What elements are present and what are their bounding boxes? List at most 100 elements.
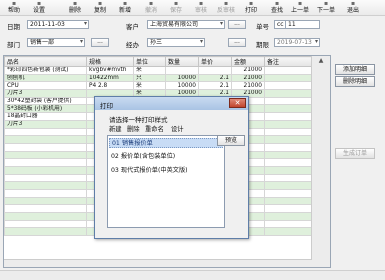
table-cell[interactable]: 刀片3 <box>4 119 87 129</box>
table-cell[interactable]: 10000 <box>165 73 199 83</box>
table-cell[interactable] <box>264 204 312 214</box>
table-cell[interactable]: 21000 <box>231 66 265 75</box>
column-header[interactable]: 数量 <box>165 56 199 67</box>
grid-horizontal-scrollbar[interactable] <box>4 259 312 267</box>
toolbar-button-8[interactable]: ▪ 反审核 <box>215 0 237 16</box>
table-cell[interactable] <box>4 135 87 144</box>
table-cell[interactable] <box>264 150 312 160</box>
table-row[interactable]: *彩印四色新包装 (测试) kvgbv#mvth 米 21000 <box>4 66 312 75</box>
print-style-item[interactable]: 02 报价单(含包装单位) <box>109 152 223 162</box>
toolbar-button-3[interactable]: ▪ 复制 <box>89 0 111 16</box>
table-cell[interactable] <box>4 127 87 137</box>
table-cell[interactable] <box>4 196 87 206</box>
table-cell[interactable] <box>264 165 312 175</box>
table-cell[interactable] <box>264 196 312 206</box>
manager-select[interactable]: 孙三 <box>147 38 205 47</box>
scroll-up-icon[interactable]: ▲ <box>312 56 330 66</box>
table-cell[interactable] <box>4 173 87 183</box>
table-cell[interactable] <box>264 135 312 144</box>
customer-select[interactable]: 上海贸易有限公司 <box>147 20 225 29</box>
menu-delete[interactable]: 删除 <box>127 124 140 133</box>
table-cell[interactable] <box>264 104 312 114</box>
manager-browse-button[interactable]: ... <box>228 38 246 47</box>
date-field[interactable]: 2011-11-03 <box>27 20 89 29</box>
column-header[interactable]: 单位 <box>133 56 166 67</box>
table-cell[interactable]: 21000 <box>231 73 265 83</box>
table-cell[interactable] <box>4 227 87 237</box>
print-style-item[interactable]: 03 现代式报价单(中英文版) <box>109 166 223 176</box>
toolbar-button-2[interactable]: ▪ 删除 <box>64 0 86 16</box>
table-cell[interactable] <box>264 227 312 237</box>
grid-vertical-scrollbar[interactable]: ▲ <box>311 56 330 267</box>
table-cell[interactable] <box>264 89 312 98</box>
table-cell[interactable]: 刨刨机 <box>4 73 87 83</box>
table-row[interactable]: 刨刨机 10422mm 只 10000 2.1 21000 <box>4 73 312 83</box>
table-cell[interactable] <box>198 66 232 75</box>
toolbar-button-10[interactable]: ▪ 查找 <box>266 0 288 16</box>
table-cell[interactable]: 10422mm <box>86 73 134 83</box>
table-cell[interactable]: 2.1 <box>198 73 232 83</box>
print-dialog-titlebar[interactable]: 打印 ✕ <box>95 97 248 110</box>
toolbar-button-7[interactable]: ▪ 审核 <box>190 0 212 16</box>
column-header[interactable]: 单价 <box>198 56 232 67</box>
table-cell[interactable]: 米 <box>133 81 166 91</box>
table-cell[interactable] <box>4 204 87 214</box>
table-cell[interactable]: CPU <box>4 81 87 91</box>
table-cell[interactable] <box>4 189 87 198</box>
table-cell[interactable] <box>264 158 312 167</box>
toolbar-button-1[interactable]: ▪ 设置 <box>28 0 50 16</box>
table-cell[interactable]: 只 <box>133 73 166 83</box>
table-cell[interactable]: 21000 <box>231 81 265 91</box>
table-cell[interactable] <box>4 142 87 152</box>
table-cell[interactable] <box>4 219 87 229</box>
menu-design[interactable]: 设计 <box>171 124 184 133</box>
table-cell[interactable] <box>264 66 312 75</box>
table-cell[interactable] <box>264 212 312 221</box>
table-cell[interactable]: 30*42塑封袋 (客户提供) <box>4 96 87 106</box>
table-cell[interactable]: 2.1 <box>198 81 232 91</box>
table-cell[interactable] <box>264 73 312 83</box>
table-cell[interactable] <box>264 181 312 190</box>
table-cell[interactable] <box>4 150 87 160</box>
toolbar-button-12[interactable]: ▪ 下一单 <box>315 0 337 16</box>
table-cell[interactable] <box>4 181 87 190</box>
table-cell[interactable] <box>264 219 312 229</box>
table-cell[interactable] <box>264 189 312 198</box>
table-cell[interactable]: 米 <box>133 66 166 75</box>
table-cell[interactable]: 刀片3 <box>4 89 87 98</box>
toolbar-button-6[interactable]: ▪ 保存 <box>165 0 187 16</box>
table-cell[interactable] <box>264 127 312 137</box>
toolbar-button-13[interactable]: ▪ 退出 <box>342 0 364 16</box>
table-cell[interactable] <box>4 165 87 175</box>
table-cell[interactable] <box>264 96 312 106</box>
period-field[interactable]: 2019-07-13 <box>274 38 320 47</box>
table-cell[interactable] <box>4 158 87 167</box>
toolbar-button-4[interactable]: ▪ 新增 <box>114 0 136 16</box>
close-icon[interactable]: ✕ <box>229 98 246 108</box>
menu-new[interactable]: 新建 <box>109 124 122 133</box>
table-cell[interactable]: *彩印四色新包装 (测试) <box>4 66 87 75</box>
table-cell[interactable] <box>264 112 312 121</box>
generate-order-button[interactable]: 生成订单 <box>335 148 375 159</box>
table-cell[interactable] <box>165 66 199 75</box>
preview-button[interactable]: 预览 <box>217 135 245 146</box>
column-header[interactable]: 规格 <box>86 56 134 67</box>
toolbar-button-5[interactable]: ▪ 撤消 <box>140 0 162 16</box>
print-style-item[interactable]: 01 销售报价单 <box>109 138 223 148</box>
table-cell[interactable]: 18晶封口器 <box>4 112 87 121</box>
customer-browse-button[interactable]: ... <box>228 20 246 29</box>
column-header[interactable]: 备注 <box>264 56 312 67</box>
table-cell[interactable] <box>4 212 87 221</box>
column-header[interactable]: 品名 <box>4 56 87 67</box>
order-number-field[interactable]: 11 <box>285 20 320 29</box>
table-row[interactable]: CPU P4 2.8 米 10000 2.1 21000 <box>4 81 312 91</box>
dept-select[interactable]: 销售一部 <box>27 38 85 47</box>
table-cell[interactable]: 10000 <box>165 81 199 91</box>
menu-rename[interactable]: 重命名 <box>145 124 164 133</box>
column-header[interactable]: 金额 <box>231 56 265 67</box>
table-cell[interactable]: kvgbv#mvth <box>86 66 134 75</box>
dept-browse-button[interactable]: ... <box>91 38 109 47</box>
toolbar-button-11[interactable]: ▪ 上一单 <box>289 0 311 16</box>
table-cell[interactable]: P4 2.8 <box>86 81 134 91</box>
delete-row-button[interactable]: 删除明细 <box>335 76 375 87</box>
